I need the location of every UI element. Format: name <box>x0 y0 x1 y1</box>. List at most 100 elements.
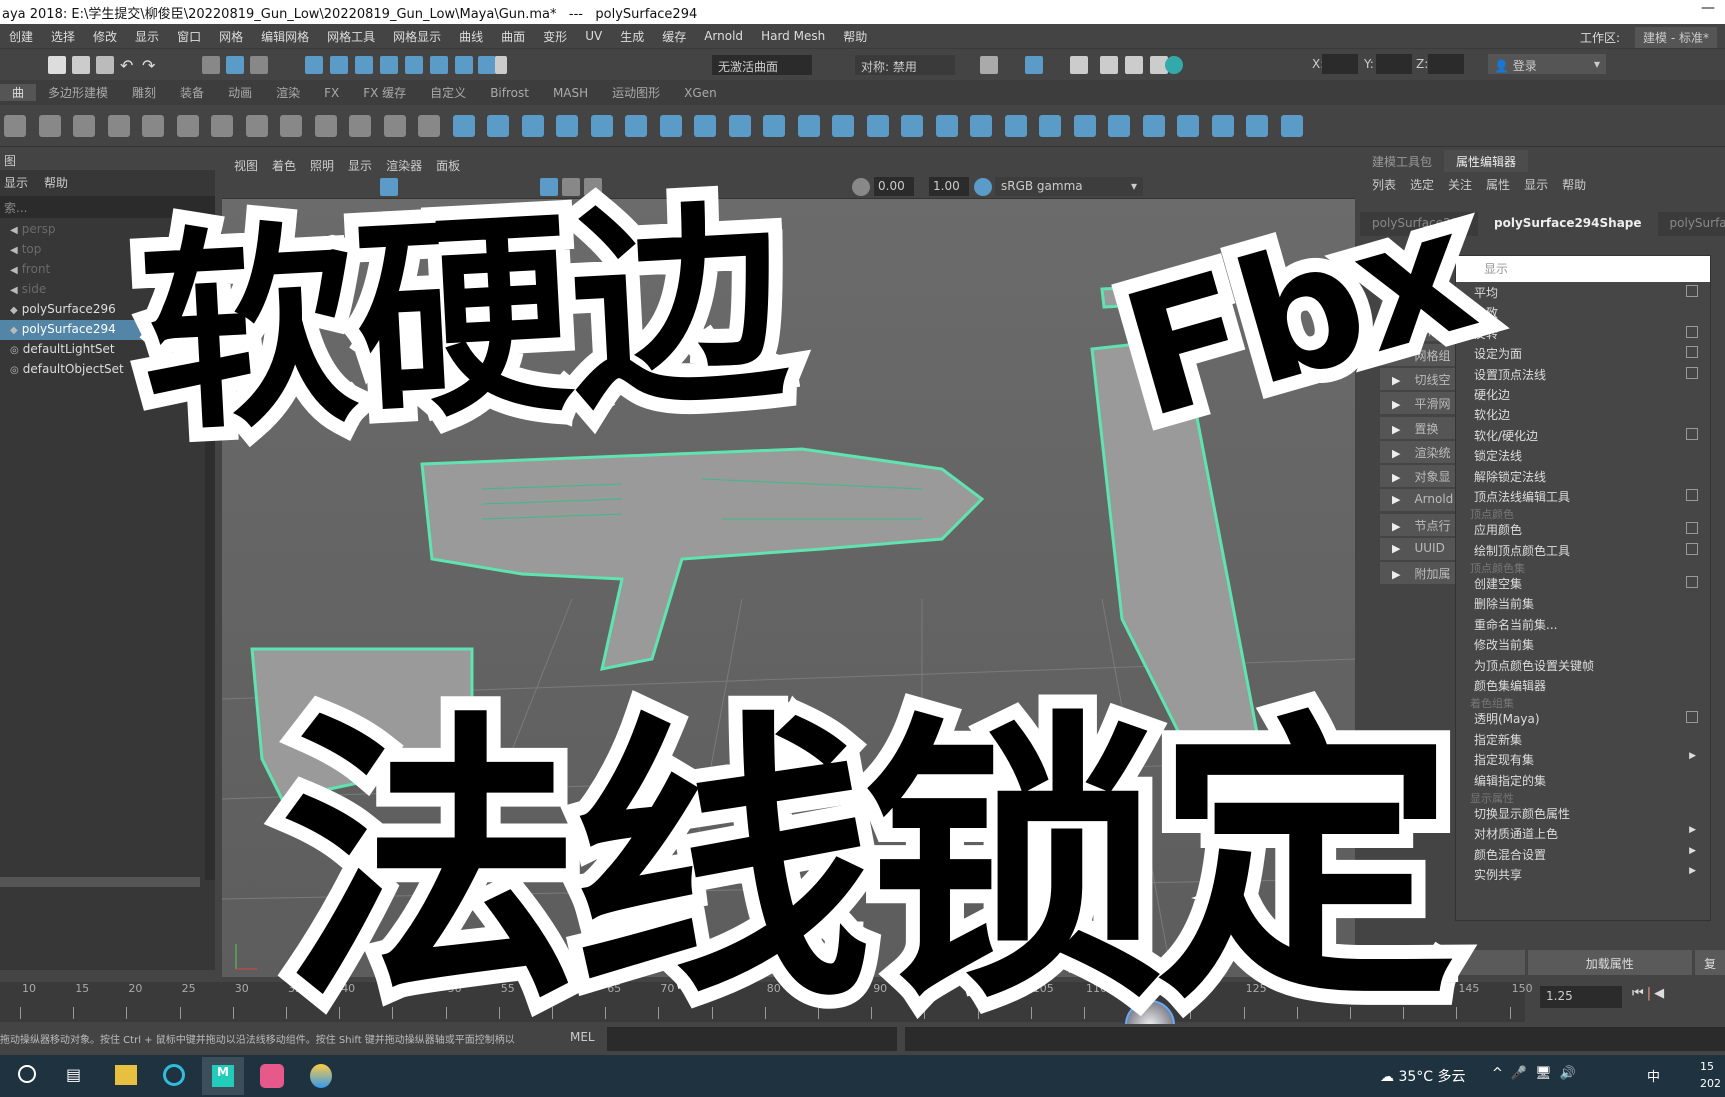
option-box-icon[interactable] <box>1686 488 1698 501</box>
clock[interactable]: 15 202 <box>1700 1058 1721 1092</box>
ime-indicator[interactable]: 中 <box>1647 1066 1660 1085</box>
render-frame-icon[interactable] <box>1070 56 1088 74</box>
shelf-tool-icon[interactable] <box>452 115 475 137</box>
shelf-tool-icon[interactable] <box>280 115 302 137</box>
snap-curve-icon[interactable] <box>330 56 348 74</box>
search-icon[interactable] <box>18 1065 36 1083</box>
option-box-icon[interactable] <box>1686 285 1698 297</box>
shelf-tab[interactable]: 曲 <box>0 84 37 101</box>
menu-item[interactable]: 修改 <box>84 28 126 45</box>
gamma-field[interactable]: 1.00 <box>929 177 969 196</box>
menu-item[interactable]: 生成 <box>611 28 653 45</box>
shelf-tab[interactable]: 装备 <box>168 84 216 101</box>
node-tab-shape[interactable]: polySurface294Shape <box>1482 212 1654 236</box>
snap-surface-icon[interactable] <box>380 56 398 74</box>
save-scene-icon[interactable] <box>96 56 114 74</box>
menu-item[interactable]: 指定现有集 ▶ <box>1456 749 1710 769</box>
outliner-h-scrollbar[interactable] <box>0 877 200 887</box>
shelf-tab[interactable]: 渲染 <box>264 84 312 101</box>
shelf-tool-icon[interactable] <box>1211 115 1234 137</box>
shelf-tool-icon[interactable] <box>73 115 95 137</box>
shelf-tool-icon[interactable] <box>521 115 544 137</box>
menu-item[interactable]: 变形 <box>534 28 576 45</box>
open-scene-icon[interactable] <box>72 56 90 74</box>
tab-modeling-toolkit[interactable]: 建模工具包 <box>1360 150 1444 172</box>
snap-point-icon[interactable] <box>355 56 373 74</box>
shelf-tool-icon[interactable] <box>832 115 854 137</box>
menu-item[interactable]: 指定新集 <box>1456 729 1710 749</box>
menu-item[interactable]: 顶点法线编辑工具 <box>1456 486 1710 506</box>
menu-item[interactable]: 删除当前集 <box>1456 593 1710 613</box>
menu-item[interactable]: 编辑网格 <box>252 28 318 45</box>
qq-icon[interactable] <box>310 1064 332 1088</box>
select-component-icon[interactable] <box>250 56 268 74</box>
option-box-icon[interactable] <box>1686 522 1698 535</box>
color-space-dropdown[interactable]: sRGB gamma ▾ <box>995 177 1143 196</box>
menu-item[interactable]: 反转 <box>1456 323 1710 343</box>
shelf-tab[interactable]: MASH <box>541 86 600 100</box>
shelf-tool-icon[interactable] <box>1073 115 1096 137</box>
menu-item[interactable]: 选择 <box>42 28 84 45</box>
menu-item[interactable]: 软化/硬化边 <box>1456 425 1710 445</box>
menu-item[interactable]: 显示 <box>126 28 168 45</box>
option-box-icon[interactable] <box>1686 711 1698 724</box>
snap-help-icon[interactable] <box>478 56 496 74</box>
shelf-tool-icon[interactable] <box>1177 115 1199 137</box>
shelf-tool-icon[interactable] <box>901 115 923 137</box>
menu-item[interactable]: 实例共享 ▶ <box>1456 864 1710 884</box>
snap-pivot-icon[interactable] <box>455 56 473 74</box>
login-dropdown[interactable]: 👤 登录 ▾ <box>1488 54 1606 74</box>
outliner-menu-help[interactable]: 帮助 <box>44 174 68 190</box>
file-explorer-icon[interactable] <box>115 1065 137 1085</box>
menu-item[interactable]: 设置顶点法线 <box>1456 364 1710 384</box>
app-icon[interactable] <box>260 1064 284 1088</box>
y-field[interactable] <box>1376 54 1412 74</box>
task-view-icon[interactable]: ▤ <box>66 1065 81 1084</box>
shelf-tool-icon[interactable] <box>625 115 647 137</box>
playback-controls[interactable]: ⏮|◀ <box>1632 986 1667 1001</box>
menu-item[interactable]: 锁定法线 <box>1456 445 1710 465</box>
menu-item[interactable]: 创建空集 <box>1456 573 1710 593</box>
menu-item[interactable]: 设定为面 <box>1456 343 1710 363</box>
live-surface-field[interactable]: 无激活曲面 <box>712 55 812 75</box>
shelf-tab[interactable]: 多边形建模 <box>36 84 120 101</box>
shelf-tool-icon[interactable] <box>107 115 130 137</box>
shelf-tab[interactable]: 自定义 <box>418 84 478 101</box>
option-box-icon[interactable] <box>1686 366 1698 379</box>
shelf-tool-icon[interactable] <box>314 115 337 137</box>
system-tray-icons[interactable]: ^🎤🖥🔊 <box>1492 1066 1584 1081</box>
outliner-menu-display[interactable]: 显示 <box>4 174 28 190</box>
shelf-tool-icon[interactable] <box>1246 115 1268 137</box>
workspace-dropdown[interactable]: 建模 - 标准* <box>1635 27 1717 48</box>
render-view-icon[interactable] <box>1100 56 1118 74</box>
menu-item[interactable]: 透明(Maya) <box>1456 708 1710 728</box>
shelf-tool-icon[interactable] <box>1004 115 1027 137</box>
z-field[interactable] <box>1428 54 1464 74</box>
node-tab-shape-orig[interactable]: polySurfaceSh <box>1657 212 1725 236</box>
menu-item[interactable]: 网格 <box>210 28 252 45</box>
shelf-tool-icon[interactable] <box>970 115 992 137</box>
menu-item[interactable]: Hard Mesh <box>752 29 834 43</box>
shelf-tool-icon[interactable] <box>142 115 164 137</box>
color-management-icon[interactable] <box>974 178 992 196</box>
shelf-tool-icon[interactable] <box>866 115 889 137</box>
shelf-tool-icon[interactable] <box>176 115 199 137</box>
menu-item[interactable]: 窗口 <box>168 28 210 45</box>
snap-live-icon[interactable] <box>430 56 448 74</box>
new-scene-icon[interactable] <box>48 56 66 74</box>
shelf-tab[interactable]: FX 缓存 <box>351 84 418 101</box>
option-box-icon[interactable] <box>1686 576 1698 589</box>
x-field[interactable] <box>1322 54 1358 74</box>
redo-icon[interactable]: ↷ <box>142 56 160 75</box>
menu-item[interactable]: 修改当前集 <box>1456 634 1710 654</box>
shelf-tool-icon[interactable] <box>349 115 371 137</box>
symmetry-dropdown[interactable]: 对称: 禁用 <box>855 55 955 75</box>
menu-item[interactable]: 编辑指定的集 <box>1456 770 1710 790</box>
snap-grid-icon[interactable] <box>305 56 323 74</box>
shelf-tab[interactable]: XGen <box>672 86 729 100</box>
select-hierarchy-icon[interactable] <box>202 56 220 74</box>
menu-item[interactable]: 为顶点颜色设置关键帧 <box>1456 655 1710 675</box>
shelf-tool-icon[interactable] <box>383 115 406 137</box>
menu-item[interactable]: UV <box>576 29 611 43</box>
shelf-tool-icon[interactable] <box>245 115 268 137</box>
